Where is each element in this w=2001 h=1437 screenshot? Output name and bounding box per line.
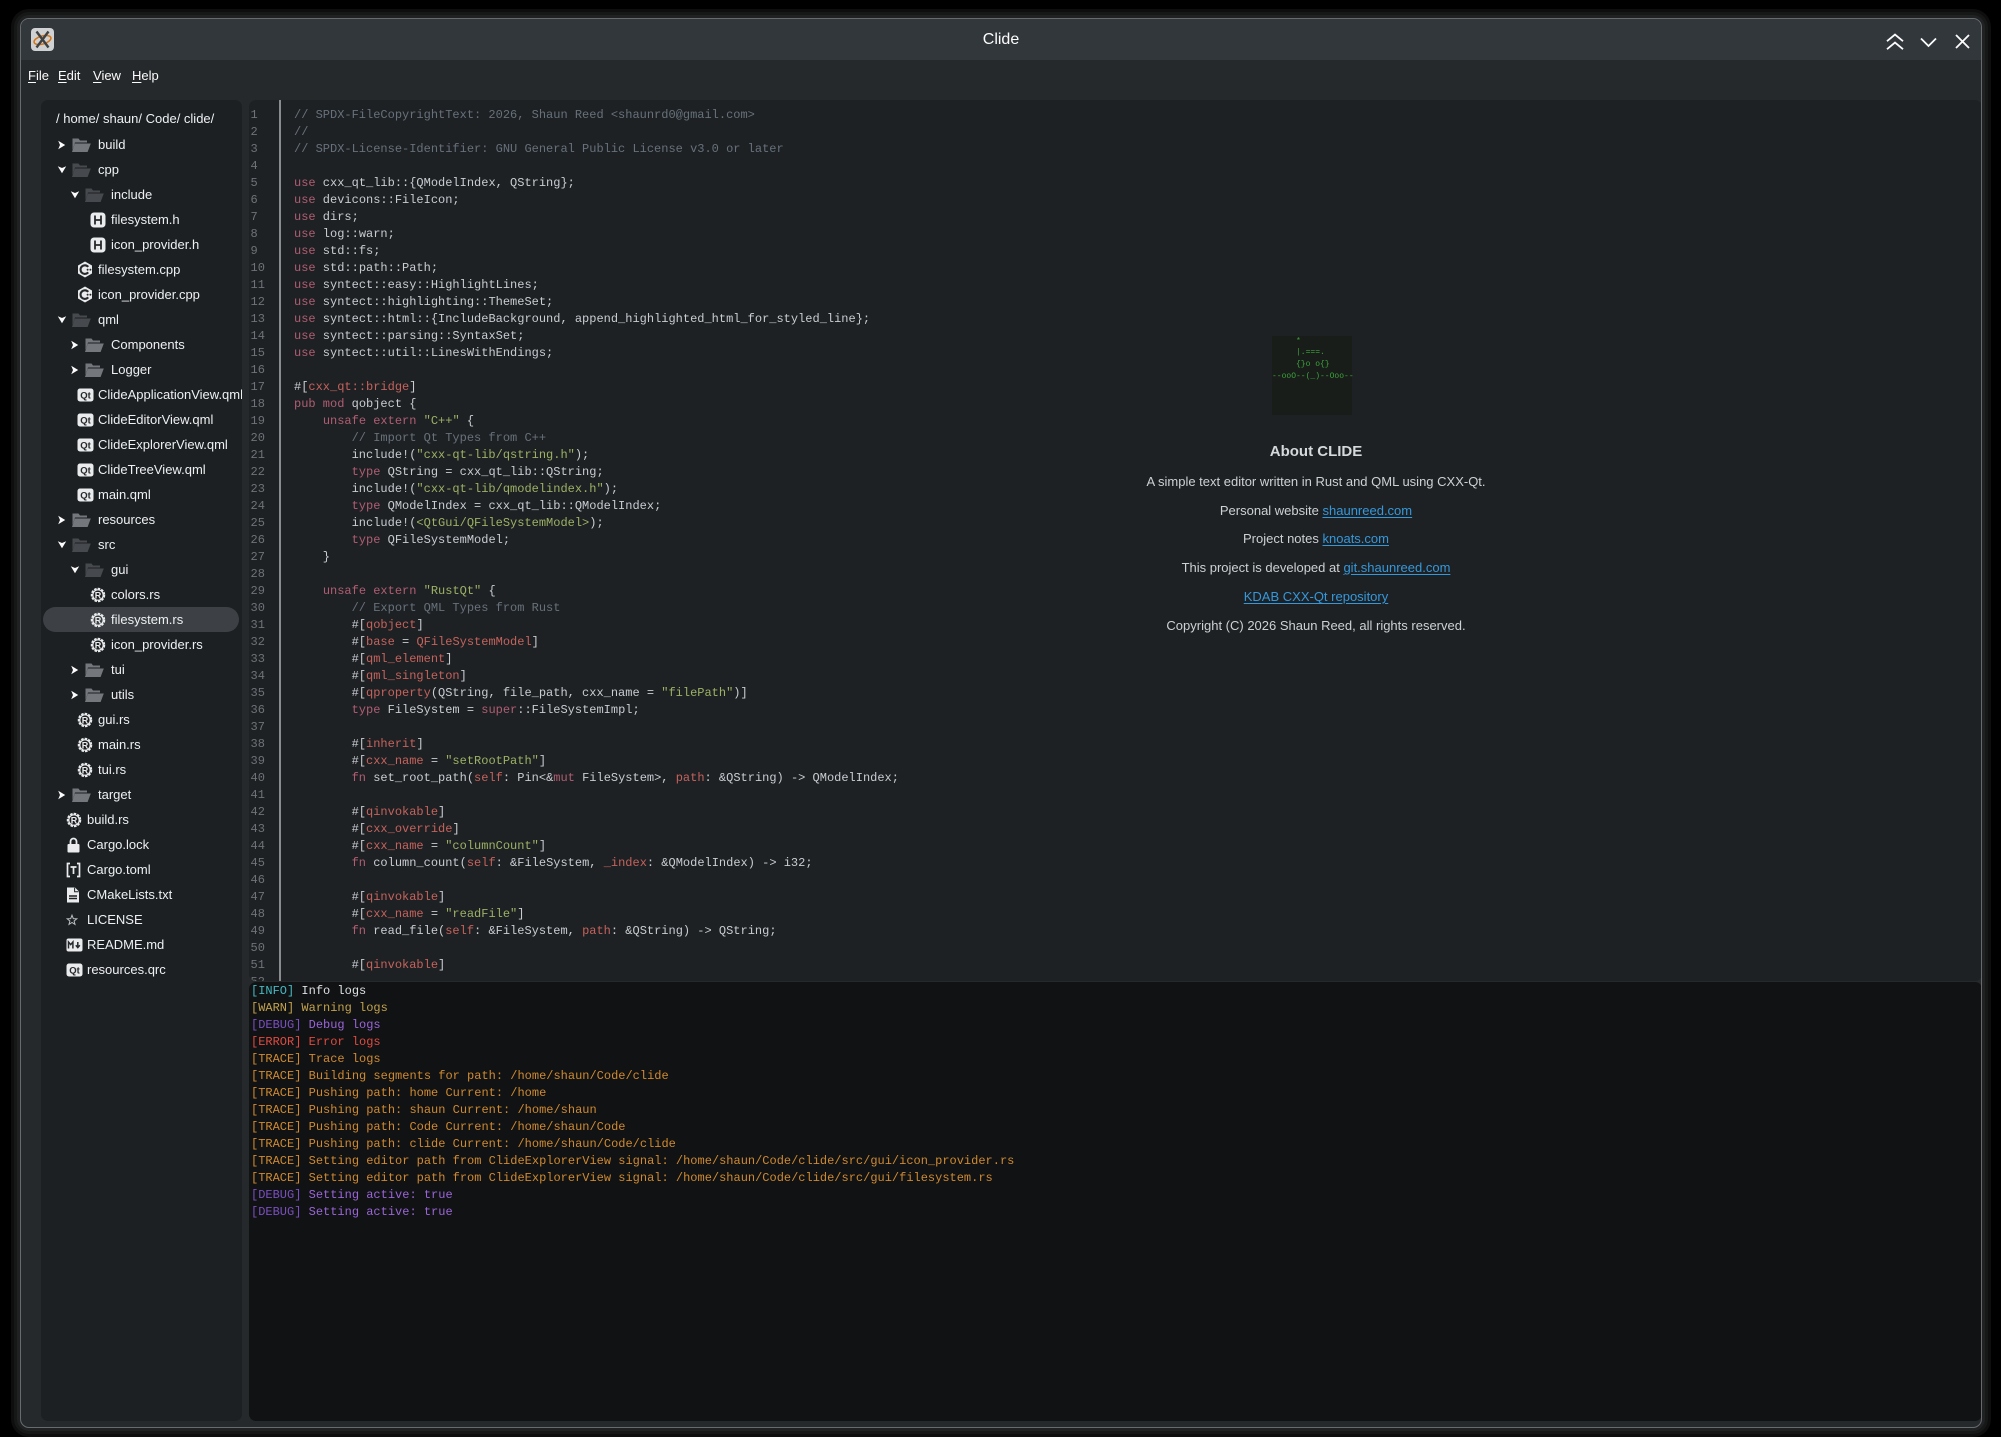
svg-text:R: R [82,765,89,775]
svg-text:Qt: Qt [80,490,91,501]
svg-text:R: R [95,590,102,600]
svg-text:R: R [82,740,89,750]
svg-text:Qt: Qt [80,415,91,426]
svg-text:R: R [95,640,102,650]
svg-text:Qt: Qt [80,440,91,451]
svg-text:Qt: Qt [80,390,91,401]
svg-text:R: R [71,815,78,825]
svg-text:Qt: Qt [69,965,80,976]
svg-text:R: R [82,715,89,725]
svg-text:Qt: Qt [80,465,91,476]
svg-text:R: R [95,615,102,625]
